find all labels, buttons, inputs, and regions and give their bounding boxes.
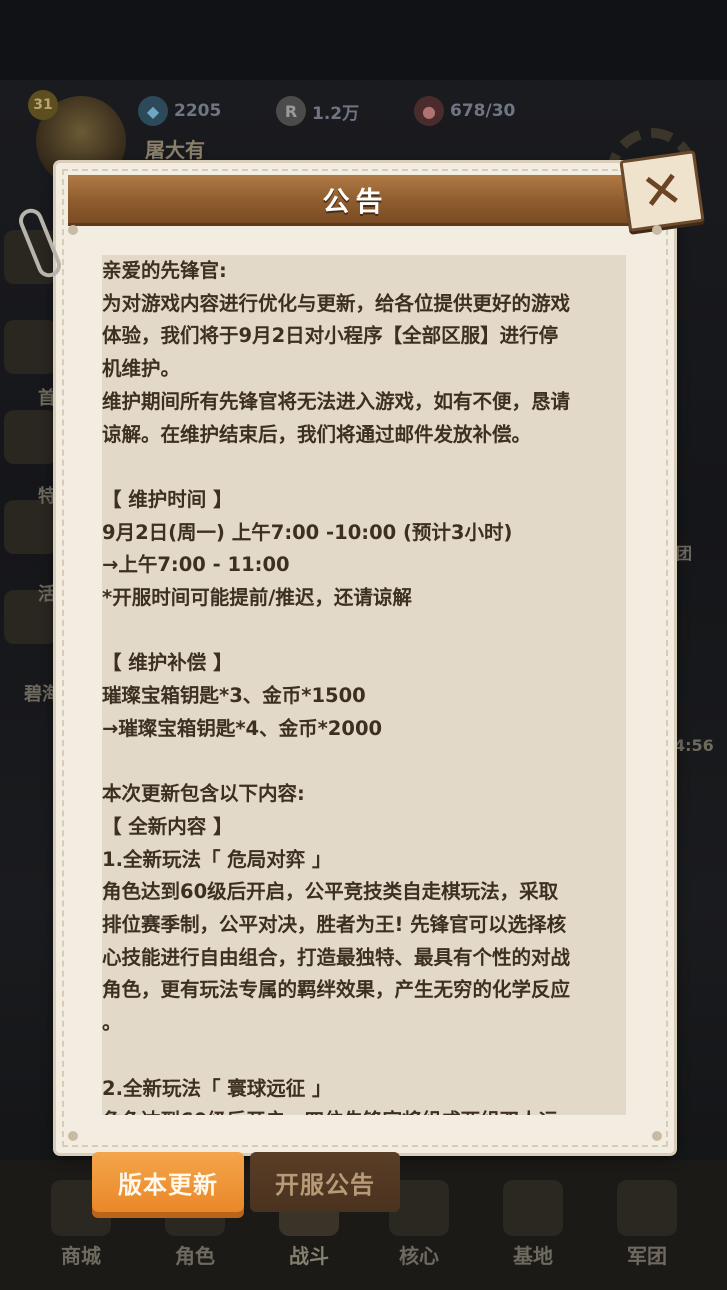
top-strip	[0, 0, 727, 80]
meat-resource[interactable]: ● 678/30	[414, 96, 515, 126]
corner-dot	[652, 225, 662, 235]
nav-shop-label: 商城	[61, 1244, 101, 1268]
nav-base[interactable]: 基地	[478, 1180, 588, 1269]
close-button[interactable]: ✕	[619, 150, 705, 232]
announcement-line: 1.全新玩法「 危局对弈 」	[102, 847, 332, 871]
nav-legion[interactable]: 军团	[592, 1180, 702, 1269]
side-label-3: 活	[38, 584, 56, 605]
side-icon-2[interactable]	[4, 320, 58, 374]
side-label-4: 碧海	[24, 684, 60, 705]
diamond-value: 2205	[174, 101, 222, 121]
side-icon-4[interactable]	[4, 500, 58, 554]
player-level-badge: 31	[28, 90, 58, 120]
announcement-line: 【 维护时间 】	[102, 487, 233, 511]
meat-value: 678/30	[450, 101, 516, 121]
announcement-line: 排位赛季制，公平对决，胜者为王! 先锋官可以选择核	[102, 913, 567, 937]
announcement-line: 2.全新玩法「 寰球远征 」	[102, 1076, 332, 1100]
coin-resource[interactable]: R 1.2万	[276, 96, 359, 126]
announcement-line: 角色，更有玩法专属的羁绊效果，产生无穷的化学反应	[102, 978, 571, 1002]
announcement-line: 【 维护补偿 】	[102, 651, 233, 675]
announcement-line: 体验，我们将于9月2日对小程序【全部区服】进行停	[102, 324, 559, 348]
nav-base-label: 基地	[513, 1244, 553, 1268]
dialog-header: 公告	[68, 175, 643, 226]
dialog-title: 公告	[322, 186, 389, 218]
corner-dot	[68, 225, 78, 235]
side-icon-3[interactable]	[4, 410, 58, 464]
diamond-icon: ◆	[138, 96, 168, 126]
announcement-line: 角色达到60级后开启，公平竞技类自走棋玩法，采取	[102, 880, 559, 904]
announcement-line: →上午7:00 - 11:00	[102, 553, 290, 577]
side-label-1: 首	[38, 388, 56, 409]
announcement-line	[102, 451, 626, 484]
announcement-line: 亲爱的先锋官:	[102, 259, 227, 282]
corner-dot	[68, 1131, 78, 1141]
diamond-resource[interactable]: ◆ 2205	[138, 96, 221, 126]
announcement-line: 心技能进行自由组合，打造最独特、最具有个性的对战	[102, 945, 571, 969]
announcement-line: 璀璨宝箱钥匙*3、金币*1500	[102, 684, 366, 708]
announcement-line: 。	[102, 1011, 122, 1035]
coin-value: 1.2万	[312, 103, 360, 124]
announcement-dialog: 公告 ✕ 亲爱的先锋官: 为对游戏内容进行优化与更新，给各位提供更好的游戏 体验，我…	[15, 150, 705, 1153]
corner-dot	[652, 1131, 662, 1141]
side-menu	[0, 230, 60, 680]
announcement-line: →璀璨宝箱钥匙*4、金币*2000	[102, 716, 383, 740]
announcement-line: 为对游戏内容进行优化与更新，给各位提供更好的游戏	[102, 291, 571, 315]
legion-shield-icon	[617, 1180, 677, 1236]
announcement-line	[102, 746, 626, 779]
announcement-line: 谅解。在维护结束后，我们将通过邮件发放补偿。	[102, 422, 532, 446]
side-label-2: 特	[38, 486, 56, 507]
announcement-content[interactable]: 亲爱的先锋官: 为对游戏内容进行优化与更新，给各位提供更好的游戏 体验，我们将于9月…	[102, 255, 626, 1115]
nav-character-label: 角色	[175, 1244, 215, 1268]
announcement-line: *开服时间可能提前/推迟，还请谅解	[102, 586, 412, 610]
player-name: 屠大有	[145, 138, 205, 162]
nav-core-label: 核心	[399, 1244, 439, 1268]
meat-icon: ●	[414, 96, 444, 126]
announcement-line: 维护期间所有先锋官将无法进入游戏，如有不便，恳请	[102, 389, 571, 413]
announcement-line: 本次更新包含以下内容:	[102, 782, 305, 806]
announcement-line: 9月2日(周一) 上午7:00 -10:00 (预计3小时)	[102, 520, 513, 544]
nav-battle-label: 战斗	[289, 1244, 329, 1268]
tab-version-update[interactable]: 版本更新	[92, 1152, 244, 1212]
announcement-line: 【 全新内容 】	[102, 814, 233, 838]
close-icon: ✕	[637, 159, 687, 223]
right-timer: 4:56	[674, 736, 714, 755]
announcement-line: 机维护。	[102, 357, 181, 381]
announcement-line: 角色达到60级后开启，四位先锋官将组成两组双人运	[102, 1105, 626, 1115]
nav-legion-label: 军团	[627, 1244, 667, 1268]
coin-icon: R	[276, 96, 306, 126]
right-label-1: 团	[676, 544, 693, 563]
tab-server-notice[interactable]: 开服公告	[250, 1152, 400, 1212]
announcement-line	[102, 615, 626, 648]
announcement-line	[102, 1040, 626, 1073]
base-icon	[503, 1180, 563, 1236]
